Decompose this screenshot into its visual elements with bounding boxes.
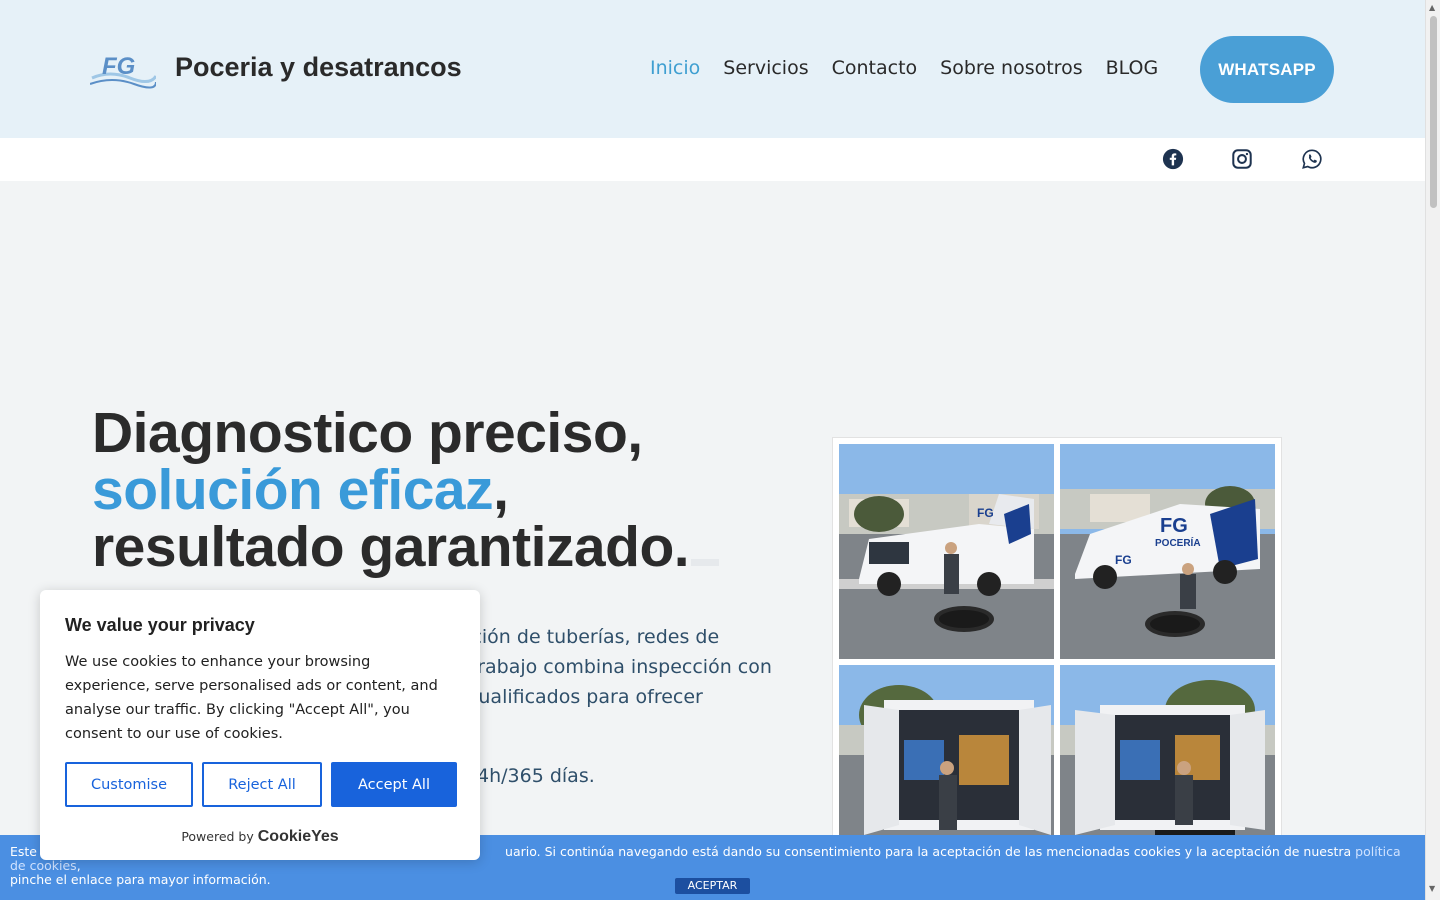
scroll-down-arrow-icon[interactable]: ▼	[1429, 884, 1435, 893]
page-scrollbar[interactable]: ▲ ▼	[1425, 0, 1440, 900]
nav-blog[interactable]: BLOG	[1106, 57, 1159, 79]
main-nav: Inicio Servicios Contacto Sobre nosotros…	[650, 57, 1158, 79]
hero-title-line3: resultado garantizado.	[92, 515, 690, 579]
svg-text:FG: FG	[977, 506, 994, 520]
typing-cursor	[691, 559, 720, 566]
consent-button-row: Customise Reject All Accept All	[65, 762, 457, 807]
whatsapp-button[interactable]: WHATSAPP	[1200, 36, 1334, 103]
legacy-banner-text-left: Este	[10, 844, 38, 859]
social-bar	[0, 138, 1425, 181]
scroll-up-arrow-icon[interactable]: ▲	[1429, 3, 1435, 12]
svg-text:FG: FG	[102, 53, 135, 80]
consent-title: We value your privacy	[65, 615, 255, 635]
powered-by-label: Powered by	[181, 829, 254, 844]
whatsapp-icon[interactable]	[1301, 148, 1323, 170]
facebook-icon[interactable]	[1162, 148, 1184, 170]
hero-title-comma: ,	[493, 458, 509, 522]
instagram-icon[interactable]	[1231, 148, 1253, 170]
legacy-accept-button[interactable]: ACEPTAR	[675, 878, 750, 894]
hero-photo-2: FG POCERÍA FG	[1060, 444, 1275, 659]
cookieyes-logo[interactable]: CookieYes	[258, 828, 339, 845]
nav-sobre-nosotros[interactable]: Sobre nosotros	[940, 57, 1082, 79]
nav-contacto[interactable]: Contacto	[832, 57, 918, 79]
svg-text:FG: FG	[1160, 515, 1188, 537]
legacy-banner-text-mid: uario. Si continúa navegando está dando …	[505, 844, 1352, 859]
nav-inicio[interactable]: Inicio	[650, 57, 700, 79]
site-header: FG Poceria y desatrancos Inicio Servicio…	[0, 0, 1425, 138]
customise-button[interactable]: Customise	[65, 762, 193, 807]
svg-text:POCERÍA: POCERÍA	[1155, 536, 1201, 549]
cookie-consent-dialog: We value your privacy We use cookies to …	[40, 590, 480, 860]
hero-title-line1: Diagnostico preciso,	[92, 401, 643, 465]
scroll-thumb[interactable]	[1430, 16, 1437, 208]
reject-all-button[interactable]: Reject All	[202, 762, 322, 807]
accept-all-button[interactable]: Accept All	[331, 762, 457, 807]
logo[interactable]: FG	[89, 48, 158, 90]
hero-title: Diagnostico preciso, solución eficaz, re…	[92, 405, 720, 579]
hero-photo-grid: FG FG POCERÍA FG	[832, 437, 1282, 880]
powered-by: Powered by CookieYes	[40, 828, 480, 846]
consent-body: We use cookies to enhance your browsing …	[65, 654, 438, 742]
hero-title-highlight: solución eficaz	[92, 458, 494, 522]
hero-photo-1: FG	[839, 444, 1054, 659]
svg-text:FG: FG	[1115, 553, 1132, 567]
legacy-banner-text-end: ,	[76, 858, 81, 873]
brand-name[interactable]: Poceria y desatrancos	[175, 52, 462, 83]
nav-servicios[interactable]: Servicios	[723, 57, 808, 79]
